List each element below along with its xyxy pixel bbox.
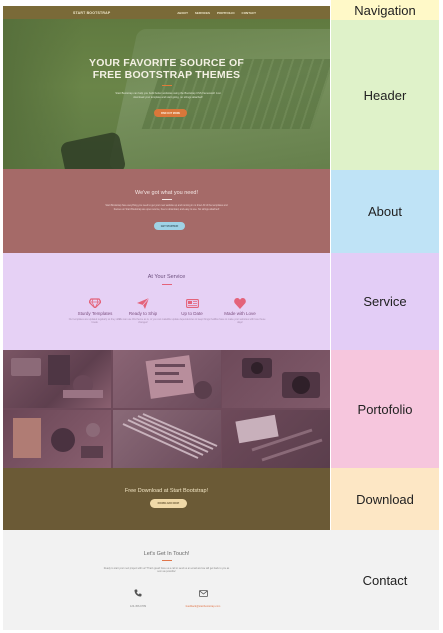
service-item-ready: Ready to Ship You can use this theme as … xyxy=(115,297,171,325)
header-section: YOUR FAVORITE SOURCE OF FREE BOOTSTRAP T… xyxy=(3,19,330,169)
heart-icon xyxy=(212,297,268,309)
service-desc: You can use this theme as is, or you can… xyxy=(118,318,168,325)
label-header: Header xyxy=(331,20,439,170)
paper-plane-icon xyxy=(115,297,171,309)
header-lede: Start Bootstrap can help you build bette… xyxy=(115,92,221,99)
service-heading: At Your Service xyxy=(147,274,186,280)
label-navigation: Navigation xyxy=(331,0,439,20)
label-contact: Contact xyxy=(331,530,439,630)
about-section: We've got what you need! Start Bootstrap… xyxy=(3,169,330,253)
about-text: Start Bootstrap has everything you need … xyxy=(105,204,228,211)
label-navigation-text: Navigation xyxy=(354,2,416,18)
label-download-text: Download xyxy=(356,491,414,507)
service-title: Ready to Ship xyxy=(128,311,158,316)
nav-link-contact[interactable]: CONTACT xyxy=(242,11,256,15)
nav-link-services[interactable]: SERVICES xyxy=(195,11,210,15)
envelope-icon xyxy=(198,590,208,597)
service-section: At Your Service Sturdy Templates Our tem… xyxy=(3,253,330,350)
find-out-more-button[interactable]: FIND OUT MORE xyxy=(154,109,187,117)
about-divider xyxy=(162,199,172,200)
portfolio-item[interactable] xyxy=(222,410,330,468)
portfolio-item[interactable] xyxy=(113,410,221,468)
service-desc: You have to make your websites with love… xyxy=(214,318,266,325)
label-portfolio: Portofolio xyxy=(331,350,439,468)
label-download: Download xyxy=(331,468,439,530)
label-service: Service xyxy=(331,253,439,350)
about-heading: We've got what you need! xyxy=(134,190,199,196)
portfolio-item[interactable] xyxy=(222,350,330,408)
contact-phone: 123-456-6789 xyxy=(123,584,153,608)
download-section: Free Download at Start Bootstrap! DOWNLO… xyxy=(3,468,330,530)
get-started-button[interactable]: GET STARTED! xyxy=(154,222,185,230)
label-service-text: Service xyxy=(363,294,407,309)
portfolio-item[interactable] xyxy=(3,350,111,408)
nav-link-portfolio[interactable]: PORTFOLIO xyxy=(217,11,235,15)
download-now-button[interactable]: DOWNLOAD NOW! xyxy=(150,499,187,508)
service-title: Made with Love xyxy=(224,311,256,316)
contact-text: Ready to start your next project with us… xyxy=(103,567,230,574)
label-about-text: About xyxy=(368,204,402,219)
contact-heading: Let's Get In Touch! xyxy=(143,551,190,557)
nav-link-about[interactable]: ABOUT xyxy=(177,11,188,15)
navigation-bar: START BOOTSTRAP ABOUT SERVICES PORTFOLIO… xyxy=(3,6,330,19)
header-title-line2: FREE BOOTSTRAP THEMES xyxy=(92,69,241,81)
phone-number: 123-456-6789 xyxy=(129,605,147,608)
header-title-line1: YOUR FAVORITE SOURCE OF xyxy=(89,57,244,69)
contact-divider xyxy=(162,560,172,561)
label-portfolio-text: Portofolio xyxy=(357,401,413,417)
portfolio-item[interactable] xyxy=(3,410,111,468)
label-about: About xyxy=(331,170,439,253)
phone-icon xyxy=(134,589,142,597)
portfolio-item[interactable] xyxy=(113,350,221,408)
service-item-love: Made with Love You have to make your web… xyxy=(212,297,268,325)
brand-link[interactable]: START BOOTSTRAP xyxy=(73,11,110,15)
download-heading: Free Download at Start Bootstrap! xyxy=(124,488,209,494)
service-divider xyxy=(162,284,172,285)
label-contact-text: Contact xyxy=(362,572,408,588)
nav-links: ABOUT SERVICES PORTFOLIO CONTACT xyxy=(177,11,256,15)
portfolio-section xyxy=(3,350,330,468)
email-link[interactable]: feedback@startbootstrap.com xyxy=(178,605,228,608)
contact-email: feedback@startbootstrap.com xyxy=(178,584,228,608)
header-divider xyxy=(162,85,172,86)
label-header-text: Header xyxy=(363,87,407,103)
